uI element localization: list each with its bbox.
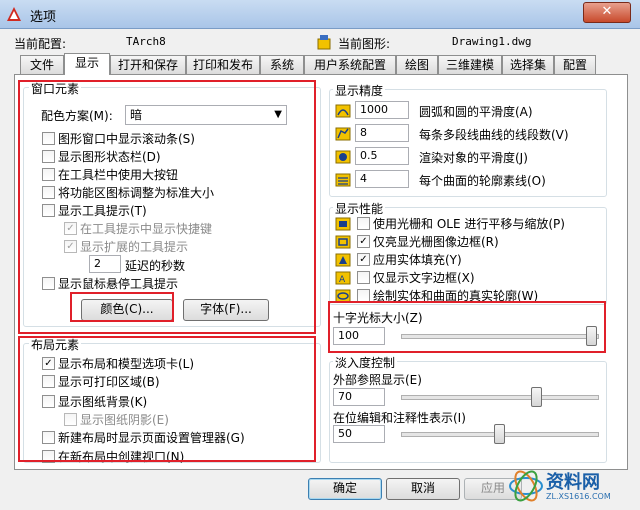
polyline-segments-input[interactable]: 8 (355, 124, 409, 142)
highlight-box-layout-elements (18, 336, 316, 462)
autocad-app-icon (7, 7, 21, 21)
drawing-icon (317, 35, 331, 50)
check-mark-icon: ✓ (359, 254, 368, 265)
checkbox-text-frame-label: 仅显示文字边框(X) (373, 271, 475, 285)
arc-smoothness-icon (335, 104, 351, 118)
tab-strip: 文件 显示 打开和保存 打印和发布 系统 用户系统配置 绘图 三维建模 选择集 … (12, 53, 622, 75)
svg-text:A: A (339, 275, 346, 285)
fade-control-title: 淡入度控制 (333, 354, 398, 371)
current-drawing-label: 当前图形: (338, 37, 391, 51)
tab-user-preferences[interactable]: 用户系统配置 (304, 55, 396, 74)
tab-display[interactable]: 显示 (64, 53, 110, 75)
checkbox-raster-frame-label: 仅亮显光栅图像边框(R) (373, 235, 499, 249)
render-smoothness-label: 渲染对象的平滑度(J) (419, 151, 528, 165)
tab-system[interactable]: 系统 (260, 55, 304, 74)
arc-smoothness-label: 圆弧和圆的平滑度(A) (419, 105, 533, 119)
current-config-value: TArch8 (126, 35, 166, 48)
xref-fade-slider-thumb[interactable] (530, 387, 542, 407)
xref-fade-value: 70 (338, 390, 352, 403)
profile-row: 当前配置: TArch8 当前图形: Drawing1.dwg (14, 34, 634, 52)
tab-selection[interactable]: 选择集 (502, 55, 554, 74)
highlight-box-colors-button (70, 292, 174, 322)
contour-lines-value: 4 (360, 172, 367, 185)
watermark-logo-icon (509, 470, 543, 502)
xref-fade-slider-track[interactable] (401, 395, 599, 400)
window-title: 选项 (30, 10, 57, 25)
render-smoothness-value: 0.5 (360, 149, 378, 162)
xref-fade-label: 外部参照显示(E) (333, 373, 422, 387)
inplace-fade-input[interactable]: 50 (333, 425, 385, 443)
contour-lines-label: 每个曲面的轮廓素线(O) (419, 174, 546, 188)
close-button[interactable]: ✕ (583, 2, 631, 23)
contour-lines-input[interactable]: 4 (355, 170, 409, 188)
arc-smoothness-input[interactable]: 1000 (355, 101, 409, 119)
raster-frame-icon (335, 235, 351, 249)
tab-open-save[interactable]: 打开和保存 (110, 55, 186, 74)
watermark-subtext: ZL.XS1616.COM (546, 492, 611, 501)
title-bar: 选项 ✕ (0, 0, 640, 29)
current-drawing-value: Drawing1.dwg (452, 35, 532, 48)
tab-plot-publish[interactable]: 打印和发布 (186, 55, 260, 74)
tab-files[interactable]: 文件 (20, 55, 64, 74)
current-config-label: 当前配置: (14, 37, 67, 51)
checkbox-raster-ole-pan-label: 使用光栅和 OLE 进行平移与缩放(P) (373, 217, 565, 231)
tab-profiles[interactable]: 配置 (554, 55, 596, 74)
checkbox-raster-ole-pan[interactable] (357, 217, 370, 230)
text-frame-icon: A (335, 271, 351, 285)
highlight-box-crosshair (328, 301, 606, 353)
render-smoothness-input[interactable]: 0.5 (355, 147, 409, 165)
checkbox-solid-fill[interactable]: ✓ (357, 253, 370, 266)
display-resolution-title: 显示精度 (333, 82, 386, 99)
polyline-segments-icon (335, 127, 351, 141)
contour-lines-icon (335, 173, 351, 187)
inplace-fade-label: 在位编辑和注释性表示(I) (333, 411, 466, 425)
tab-drafting[interactable]: 绘图 (396, 55, 438, 74)
tab-3d-modeling[interactable]: 三维建模 (438, 55, 502, 74)
close-icon: ✕ (601, 4, 613, 19)
polyline-segments-label: 每条多段线曲线的线段数(V) (419, 128, 569, 142)
polyline-segments-value: 8 (360, 126, 367, 139)
arc-smoothness-value: 1000 (360, 103, 388, 116)
xref-fade-input[interactable]: 70 (333, 388, 385, 406)
cancel-button[interactable]: 取消 (386, 478, 460, 500)
checkbox-text-frame[interactable] (357, 271, 370, 284)
watermark-text: 资料网 (546, 472, 600, 493)
pan-zoom-icon (335, 217, 351, 231)
watermark: 资料网 ZL.XS1616.COM (500, 462, 640, 510)
inplace-fade-value: 50 (338, 427, 352, 440)
render-smoothness-icon (335, 150, 351, 164)
inplace-fade-slider-thumb[interactable] (493, 424, 505, 444)
checkbox-solid-fill-label: 应用实体填充(Y) (373, 253, 462, 267)
checkbox-raster-frame[interactable]: ✓ (357, 235, 370, 248)
solid-fill-icon (335, 253, 351, 267)
check-mark-icon: ✓ (359, 236, 368, 247)
ok-button[interactable]: 确定 (308, 478, 382, 500)
